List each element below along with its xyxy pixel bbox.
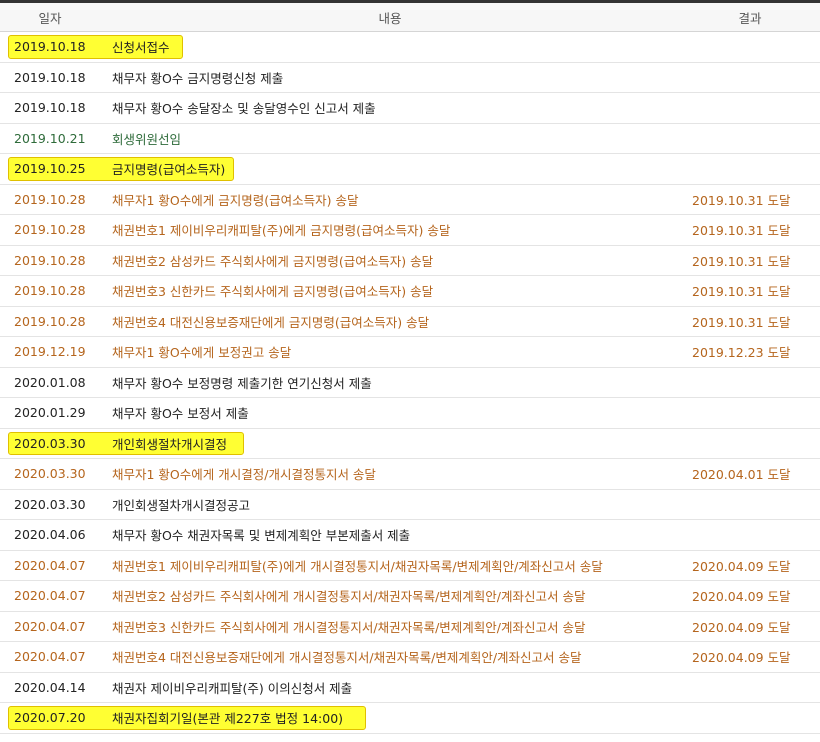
row-date: 2020.04.07 bbox=[14, 649, 86, 665]
table-row: 2020.07.20 채권자집회기일(본관 제227호 법정 14:00) bbox=[0, 703, 820, 734]
row-date: 2020.04.07 bbox=[14, 557, 86, 573]
table-row: 2020.03.30 채무자1 황O수에게 개시결정/개시결정통지서 송달 2020… bbox=[0, 459, 820, 490]
row-content: 채권자집회기일(본관 제227호 법정 14:00) bbox=[112, 711, 344, 727]
table-row: 2019.10.21 회생위원선임 bbox=[0, 124, 820, 154]
table-row: 2020.04.07 채권번호4 대전신용보증재단에게 개시결정통지서/채권자목록… bbox=[0, 642, 820, 673]
row-date: 2020.03.30 bbox=[14, 435, 86, 451]
header-result: 결과 bbox=[738, 10, 762, 26]
row-content: 채권자 제이비우리캐피탈(주) 이의신청서 제출 bbox=[112, 680, 353, 696]
row-date: 2019.10.28 bbox=[14, 191, 86, 207]
table-body: 2019.10.18 신청서접수 2019.10.18 채무자 황O수 금지명령신청 … bbox=[0, 32, 820, 734]
row-result: 2020.04.09 도달 bbox=[692, 650, 791, 666]
table-row: 2020.03.30 개인회생절차개시결정 bbox=[0, 429, 820, 459]
case-history-table: 일자 내용 결과 2019.10.18 신청서접수 2019.10.18 채무자 황O… bbox=[0, 0, 820, 742]
row-content: 채권번호3 신한카드 주식회사에게 금지명령(급여소득자) 송달 bbox=[112, 284, 434, 300]
table-header: 일자 내용 결과 bbox=[0, 0, 820, 32]
row-date: 2020.01.08 bbox=[14, 374, 86, 390]
row-content: 신청서접수 bbox=[112, 40, 170, 56]
table-row: 2020.04.07 채권번호1 제이비우리캐피탈(주)에게 개시결정통지서/채권… bbox=[0, 551, 820, 581]
table-row: 2020.01.29 채무자 황O수 보정서 제출 bbox=[0, 398, 820, 429]
header-content: 내용 bbox=[378, 10, 402, 26]
table-row: 2019.10.28 채권번호1 제이비우리캐피탈(주)에게 금지명령(급여소득자… bbox=[0, 215, 820, 246]
table-row: 2019.10.18 신청서접수 bbox=[0, 32, 820, 63]
row-content: 채무자 황O수 보정서 제출 bbox=[112, 406, 249, 422]
table-row: 2019.10.25 금지명령(급여소득자) bbox=[0, 154, 820, 185]
row-result: 2019.10.31 도달 bbox=[692, 192, 791, 208]
row-result: 2019.12.23 도달 bbox=[692, 345, 791, 361]
row-date: 2020.04.14 bbox=[14, 679, 86, 695]
row-content: 채무자 황O수 채권자목록 및 변제계획안 부본제출서 제출 bbox=[112, 528, 411, 544]
row-content: 채무자 황O수 금지명령신청 제출 bbox=[112, 70, 284, 86]
row-result: 2020.04.09 도달 bbox=[692, 558, 791, 574]
row-date: 2019.10.28 bbox=[14, 283, 86, 299]
row-result: 2019.10.31 도달 bbox=[692, 284, 791, 300]
row-content: 채권번호2 삼성카드 주식회사에게 금지명령(급여소득자) 송달 bbox=[112, 253, 434, 269]
row-content: 채권번호3 신한카드 주식회사에게 개시결정통지서/채권자목록/변제계획안/계좌… bbox=[112, 619, 586, 635]
row-date: 2020.03.30 bbox=[14, 496, 86, 512]
row-content: 채무자 황O수 보정명령 제출기한 연기신청서 제출 bbox=[112, 375, 372, 391]
table-row: 2019.10.28 채권번호4 대전신용보증재단에게 금지명령(급여소득자) 송… bbox=[0, 307, 820, 337]
row-date: 2020.07.20 bbox=[14, 710, 86, 726]
row-content: 채권번호2 삼성카드 주식회사에게 개시결정통지서/채권자목록/변제계획안/계좌… bbox=[112, 589, 586, 605]
table-row: 2019.12.19 채무자1 황O수에게 보정권고 송달 2019.12.23 도… bbox=[0, 337, 820, 368]
row-content: 개인회생절차개시결정공고 bbox=[112, 497, 251, 513]
row-content: 채권번호1 제이비우리캐피탈(주)에게 금지명령(급여소득자) 송달 bbox=[112, 223, 451, 239]
table-row: 2019.10.28 채무자1 황O수에게 금지명령(급여소득자) 송달 2019.… bbox=[0, 185, 820, 215]
table-row: 2019.10.28 채권번호3 신한카드 주식회사에게 금지명령(급여소득자) … bbox=[0, 276, 820, 307]
row-result: 2019.10.31 도달 bbox=[692, 314, 791, 330]
row-date: 2019.10.28 bbox=[14, 313, 86, 329]
header-date: 일자 bbox=[38, 10, 62, 26]
row-content: 채무자1 황O수에게 보정권고 송달 bbox=[112, 345, 292, 361]
table-row: 2019.10.28 채권번호2 삼성카드 주식회사에게 금지명령(급여소득자) … bbox=[0, 246, 820, 276]
row-date: 2019.10.18 bbox=[14, 69, 86, 85]
row-content: 채무자 황O수 송달장소 및 송달영수인 신고서 제출 bbox=[112, 101, 376, 117]
row-date: 2020.04.07 bbox=[14, 618, 86, 634]
row-result: 2020.04.01 도달 bbox=[692, 467, 791, 483]
row-date: 2020.01.29 bbox=[14, 405, 86, 421]
row-date: 2020.04.06 bbox=[14, 527, 86, 543]
row-date: 2019.10.21 bbox=[14, 130, 86, 146]
row-result: 2019.10.31 도달 bbox=[692, 223, 791, 239]
table-row: 2020.04.06 채무자 황O수 채권자목록 및 변제계획안 부본제출서 제출 bbox=[0, 520, 820, 551]
row-result: 2020.04.09 도달 bbox=[692, 619, 791, 635]
table-row: 2019.10.18 채무자 황O수 금지명령신청 제출 bbox=[0, 63, 820, 93]
row-date: 2019.10.18 bbox=[14, 100, 86, 116]
row-content: 채권번호1 제이비우리캐피탈(주)에게 개시결정통지서/채권자목록/변제계획안/… bbox=[112, 558, 603, 574]
row-date: 2019.10.28 bbox=[14, 252, 86, 268]
table-row: 2020.01.08 채무자 황O수 보정명령 제출기한 연기신청서 제출 bbox=[0, 368, 820, 398]
row-content: 채무자1 황O수에게 개시결정/개시결정통지서 송달 bbox=[112, 467, 376, 483]
table-row: 2020.04.07 채권번호2 삼성카드 주식회사에게 개시결정통지서/채권자목… bbox=[0, 581, 820, 612]
row-result: 2019.10.31 도달 bbox=[692, 253, 791, 269]
row-content: 금지명령(급여소득자) bbox=[112, 162, 226, 178]
row-date: 2020.03.30 bbox=[14, 466, 86, 482]
row-result: 2020.04.09 도달 bbox=[692, 589, 791, 605]
row-date: 2019.10.25 bbox=[14, 161, 86, 177]
row-content: 채권번호4 대전신용보증재단에게 금지명령(급여소득자) 송달 bbox=[112, 314, 430, 330]
row-content: 채무자1 황O수에게 금지명령(급여소득자) 송달 bbox=[112, 192, 359, 208]
row-date: 2019.12.19 bbox=[14, 344, 86, 360]
row-date: 2019.10.28 bbox=[14, 222, 86, 238]
row-content: 회생위원선임 bbox=[112, 131, 182, 147]
row-date: 2020.04.07 bbox=[14, 588, 86, 604]
row-content: 개인회생절차개시결정 bbox=[112, 436, 228, 452]
table-row: 2020.03.30 개인회생절차개시결정공고 bbox=[0, 490, 820, 520]
table-row: 2020.04.07 채권번호3 신한카드 주식회사에게 개시결정통지서/채권자목… bbox=[0, 612, 820, 642]
row-date: 2019.10.18 bbox=[14, 39, 86, 55]
row-content: 채권번호4 대전신용보증재단에게 개시결정통지서/채권자목록/변제계획안/계좌신… bbox=[112, 650, 582, 666]
table-row: 2019.10.18 채무자 황O수 송달장소 및 송달영수인 신고서 제출 bbox=[0, 93, 820, 124]
table-row: 2020.04.14 채권자 제이비우리캐피탈(주) 이의신청서 제출 bbox=[0, 673, 820, 703]
